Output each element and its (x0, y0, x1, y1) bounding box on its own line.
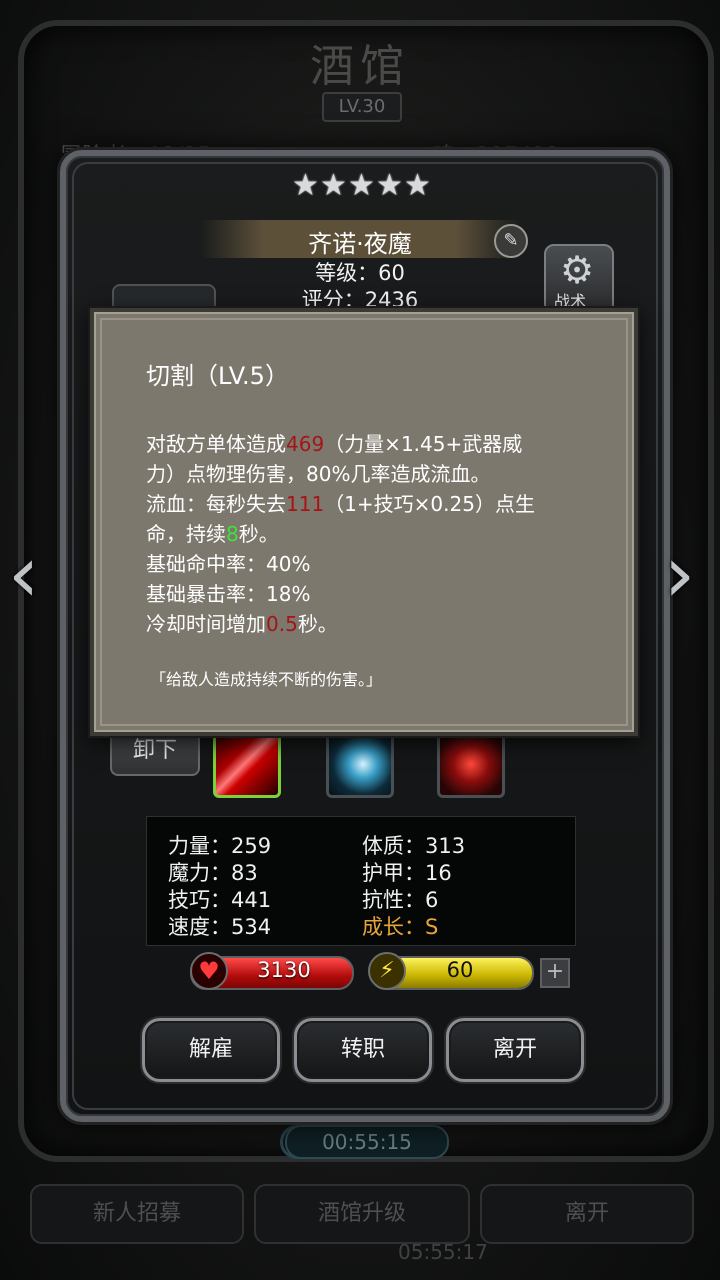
edit-name-button[interactable]: ✎ (494, 224, 528, 258)
stat-strength: 力量：259 (168, 834, 272, 858)
damage-value: 469 (286, 432, 325, 456)
skill-desc-line-1: 对敌方单体造成469（力量×1.45+武器威 (146, 428, 522, 457)
text: 对敌方单体造成 (146, 432, 286, 456)
energy-value: 60 (446, 958, 474, 982)
next-hero-arrow-icon[interactable]: › (664, 530, 695, 620)
stat-growth: 成长：S (362, 915, 439, 939)
bleed-value: 111 (286, 492, 325, 516)
star-rating: ★ ★ ★ ★ ★ (292, 168, 432, 203)
refresh-timer: 00:55:15 (285, 1125, 449, 1159)
text: （力量×1.45+武器威 (324, 432, 523, 456)
dismiss-button[interactable]: 解雇 (142, 1018, 280, 1082)
stat-magic: 魔力：83 (168, 861, 258, 885)
star-icon: ★ (376, 168, 403, 203)
skill-crit-rate: 基础暴击率：18% (146, 582, 311, 606)
gear-icon: ⚙ (560, 248, 595, 292)
skill-cooldown: 冷却时间增加0.5秒。 (146, 608, 338, 637)
wind-skill-icon[interactable] (326, 730, 394, 798)
stat-speed: 速度：534 (168, 915, 272, 939)
star-icon: ★ (404, 168, 431, 203)
skill-desc-line-2: 力）点物理伤害，80%几率造成流血。 (146, 462, 491, 486)
slash-skill-icon[interactable] (213, 730, 281, 798)
skill-hit-rate: 基础命中率：40% (146, 552, 311, 576)
star-icon: ★ (320, 168, 347, 203)
duration-value: 8 (226, 522, 239, 546)
bottom-timer: 05:55:17 (398, 1240, 488, 1264)
tavern-level-badge: LV.30 (322, 92, 402, 122)
text: 命，持续 (146, 522, 226, 546)
hero-name: 齐诺·夜魔 (308, 230, 412, 258)
text: 流血：每秒失去 (146, 492, 286, 516)
skill-title: 切割（LV.5） (146, 362, 289, 390)
stat-resistance: 抗性：6 (362, 888, 439, 912)
stat-constitution: 体质：313 (362, 834, 466, 858)
text: （1+技巧×0.25）点生 (324, 492, 535, 516)
cooldown-value: 0.5 (266, 612, 298, 636)
text: 冷却时间增加 (146, 612, 266, 636)
blood-skill-icon[interactable] (437, 730, 505, 798)
hp-value: 3130 (257, 958, 311, 982)
stat-skill: 技巧：441 (168, 888, 272, 912)
pencil-icon: ✎ (503, 230, 519, 251)
add-energy-button[interactable]: + (540, 958, 570, 988)
change-job-button[interactable]: 转职 (294, 1018, 432, 1082)
leave-tavern-button[interactable]: 离开 (480, 1184, 694, 1244)
prev-hero-arrow-icon[interactable]: ‹ (8, 530, 39, 620)
text: 秒。 (238, 522, 279, 546)
upgrade-tavern-button[interactable]: 酒馆升级 (254, 1184, 470, 1244)
tactics-button[interactable]: ⚙ 战术 (544, 244, 614, 314)
skill-desc-line-4: 命，持续8秒。 (146, 518, 279, 547)
stat-armor: 护甲：16 (362, 861, 452, 885)
tavern-title: 酒馆 (310, 41, 410, 92)
skill-flavor-text: 「给敌人造成持续不断的伤害。」 (150, 670, 383, 689)
leave-button[interactable]: 离开 (446, 1018, 584, 1082)
skill-desc-line-3: 流血：每秒失去111（1+技巧×0.25）点生 (146, 488, 535, 517)
heart-icon: ♥ (190, 952, 228, 990)
recruit-button[interactable]: 新人招募 (30, 1184, 244, 1244)
star-icon: ★ (348, 168, 375, 203)
star-icon: ★ (292, 168, 319, 203)
text: 秒。 (297, 612, 338, 636)
